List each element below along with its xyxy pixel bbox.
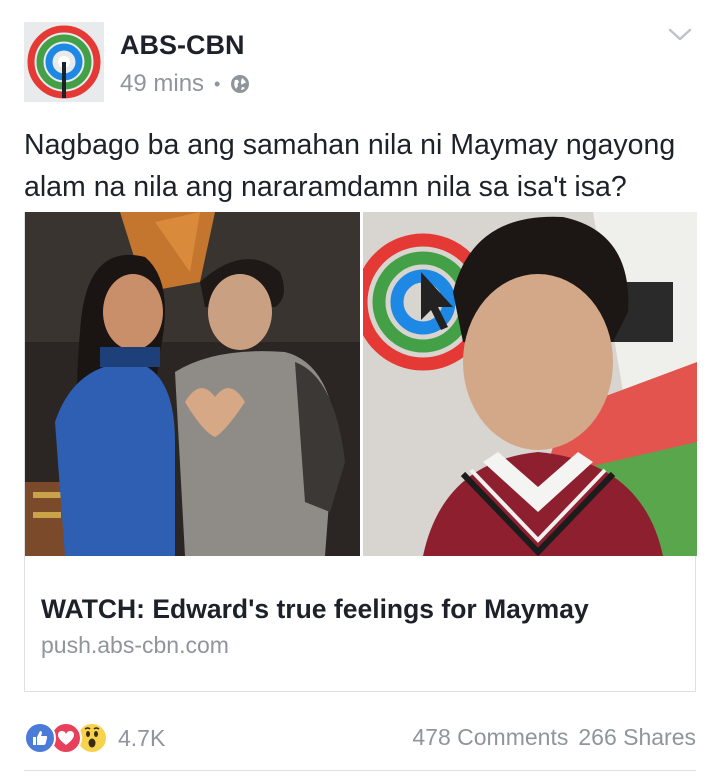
- post-footer: 4.7K 478 Comments 266 Shares: [24, 718, 696, 758]
- comments-count[interactable]: 478 Comments: [412, 724, 568, 751]
- link-title[interactable]: WATCH: Edward's true feelings for Maymay: [41, 594, 589, 625]
- shares-count[interactable]: 266 Shares: [578, 724, 696, 751]
- abs-cbn-logo-icon: [27, 25, 101, 99]
- chevron-down-icon[interactable]: [666, 24, 694, 46]
- page-avatar[interactable]: [24, 22, 104, 102]
- link-card-images[interactable]: [25, 212, 697, 556]
- engagement-stats: 478 Comments 266 Shares: [412, 724, 696, 751]
- meta-separator: •: [214, 73, 221, 94]
- post-meta: 49 mins •: [120, 70, 250, 98]
- page-name[interactable]: ABS-CBN: [120, 30, 245, 61]
- link-card[interactable]: WATCH: Edward's true feelings for Maymay…: [24, 212, 697, 692]
- like-icon: [24, 722, 56, 754]
- footer-divider: [24, 770, 696, 771]
- post-text: Nagbago ba ang samahan nila ni Maymay ng…: [24, 129, 676, 203]
- link-domain: push.abs-cbn.com: [41, 632, 229, 658]
- reaction-count: 4.7K: [118, 724, 166, 751]
- reactions-summary[interactable]: 4.7K: [24, 720, 165, 756]
- post-time[interactable]: 49 mins: [120, 70, 204, 98]
- boy-closeup-photo[interactable]: [363, 212, 697, 556]
- couple-heart-photo[interactable]: [25, 212, 360, 556]
- couple-heart-image: [25, 212, 360, 556]
- globe-icon: [231, 75, 250, 93]
- post-header: ABS-CBN 49 mins •: [24, 22, 696, 102]
- boy-closeup-image: [363, 212, 697, 556]
